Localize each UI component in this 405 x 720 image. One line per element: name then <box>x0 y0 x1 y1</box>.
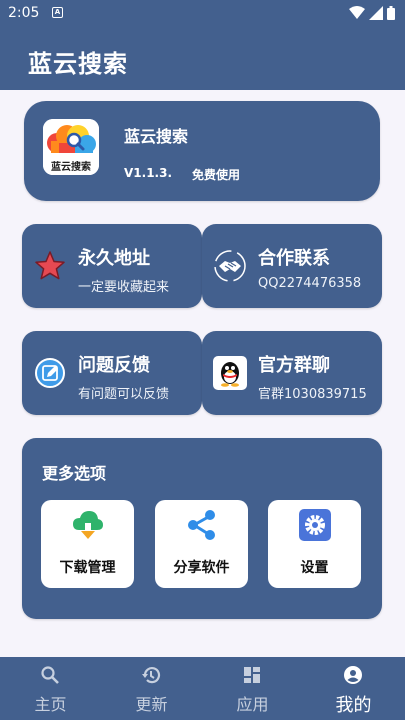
download-manager-button[interactable]: 下载管理 <box>41 500 134 588</box>
tile-title: 永久地址 <box>78 248 150 269</box>
option-label: 设置 <box>300 560 329 576</box>
nav-home[interactable]: 主页 <box>0 657 101 720</box>
tile-contact[interactable]: 合作联系 QQ2274476358 <box>202 224 382 308</box>
option-label: 分享软件 <box>173 560 230 576</box>
tile-official-group[interactable]: 官方群聊 官群1030839715 <box>202 331 382 415</box>
tile-permanent-address[interactable]: 永久地址 一定要收藏起来 <box>22 224 202 308</box>
nav-mine[interactable]: 我的 <box>303 657 404 720</box>
tile-title: 问题反馈 <box>78 355 150 376</box>
penguin-icon <box>213 356 247 390</box>
dashboard-icon <box>244 667 260 683</box>
app-bar-title: 蓝云搜索 <box>28 50 128 78</box>
notification-icon: A <box>52 7 63 18</box>
tile-subtitle: 有问题可以反馈 <box>78 387 170 402</box>
account-icon <box>344 666 362 684</box>
nav-updates[interactable]: 更新 <box>101 657 202 720</box>
more-options-title: 更多选项 <box>42 464 107 483</box>
tile-subtitle: 一定要收藏起来 <box>78 280 170 295</box>
app-bar: 蓝云搜索 <box>0 28 405 90</box>
tile-title: 官方群聊 <box>258 355 330 376</box>
signal-icon <box>369 6 383 20</box>
nav-label: 应用 <box>236 695 269 714</box>
share-app-button[interactable]: 分享软件 <box>155 500 248 588</box>
status-time: 2:05 <box>8 5 40 21</box>
history-icon <box>142 667 161 684</box>
search-icon <box>41 666 59 684</box>
more-options-card: 更多选项 下载管理 分享软件 设置 <box>22 438 382 619</box>
star-icon <box>35 251 65 280</box>
nav-apps[interactable]: 应用 <box>202 657 303 720</box>
app-logo: 蓝云搜索 <box>43 119 99 175</box>
bottom-navigation: 主页 更新 应用 我的 <box>0 657 405 720</box>
status-icons <box>349 6 395 20</box>
app-name: 蓝云搜索 <box>124 127 189 146</box>
nav-label: 主页 <box>34 695 67 714</box>
tile-title: 合作联系 <box>258 248 330 269</box>
settings-icon <box>299 509 331 541</box>
option-label: 下载管理 <box>59 560 116 576</box>
nav-label: 更新 <box>135 695 168 714</box>
app-license: 免费使用 <box>192 168 241 182</box>
tile-feedback[interactable]: 问题反馈 有问题可以反馈 <box>22 331 202 415</box>
download-icon <box>73 511 103 539</box>
handshake-icon <box>214 250 246 282</box>
edit-icon <box>35 358 65 388</box>
battery-icon <box>387 6 395 20</box>
tile-subtitle: 官群1030839715 <box>258 387 367 402</box>
app-version: V1.1.3. <box>124 166 173 180</box>
share-icon <box>188 510 215 540</box>
status-bar: 2:05 A <box>0 0 405 28</box>
app-info-card[interactable]: 蓝云搜索 蓝云搜索 V1.1.3. 免费使用 <box>24 101 380 201</box>
nav-label: 我的 <box>335 695 372 716</box>
app-logo-text: 蓝云搜索 <box>51 162 91 173</box>
wifi-icon <box>349 6 365 19</box>
tile-subtitle: QQ2274476358 <box>258 276 362 291</box>
settings-button[interactable]: 设置 <box>268 500 361 588</box>
